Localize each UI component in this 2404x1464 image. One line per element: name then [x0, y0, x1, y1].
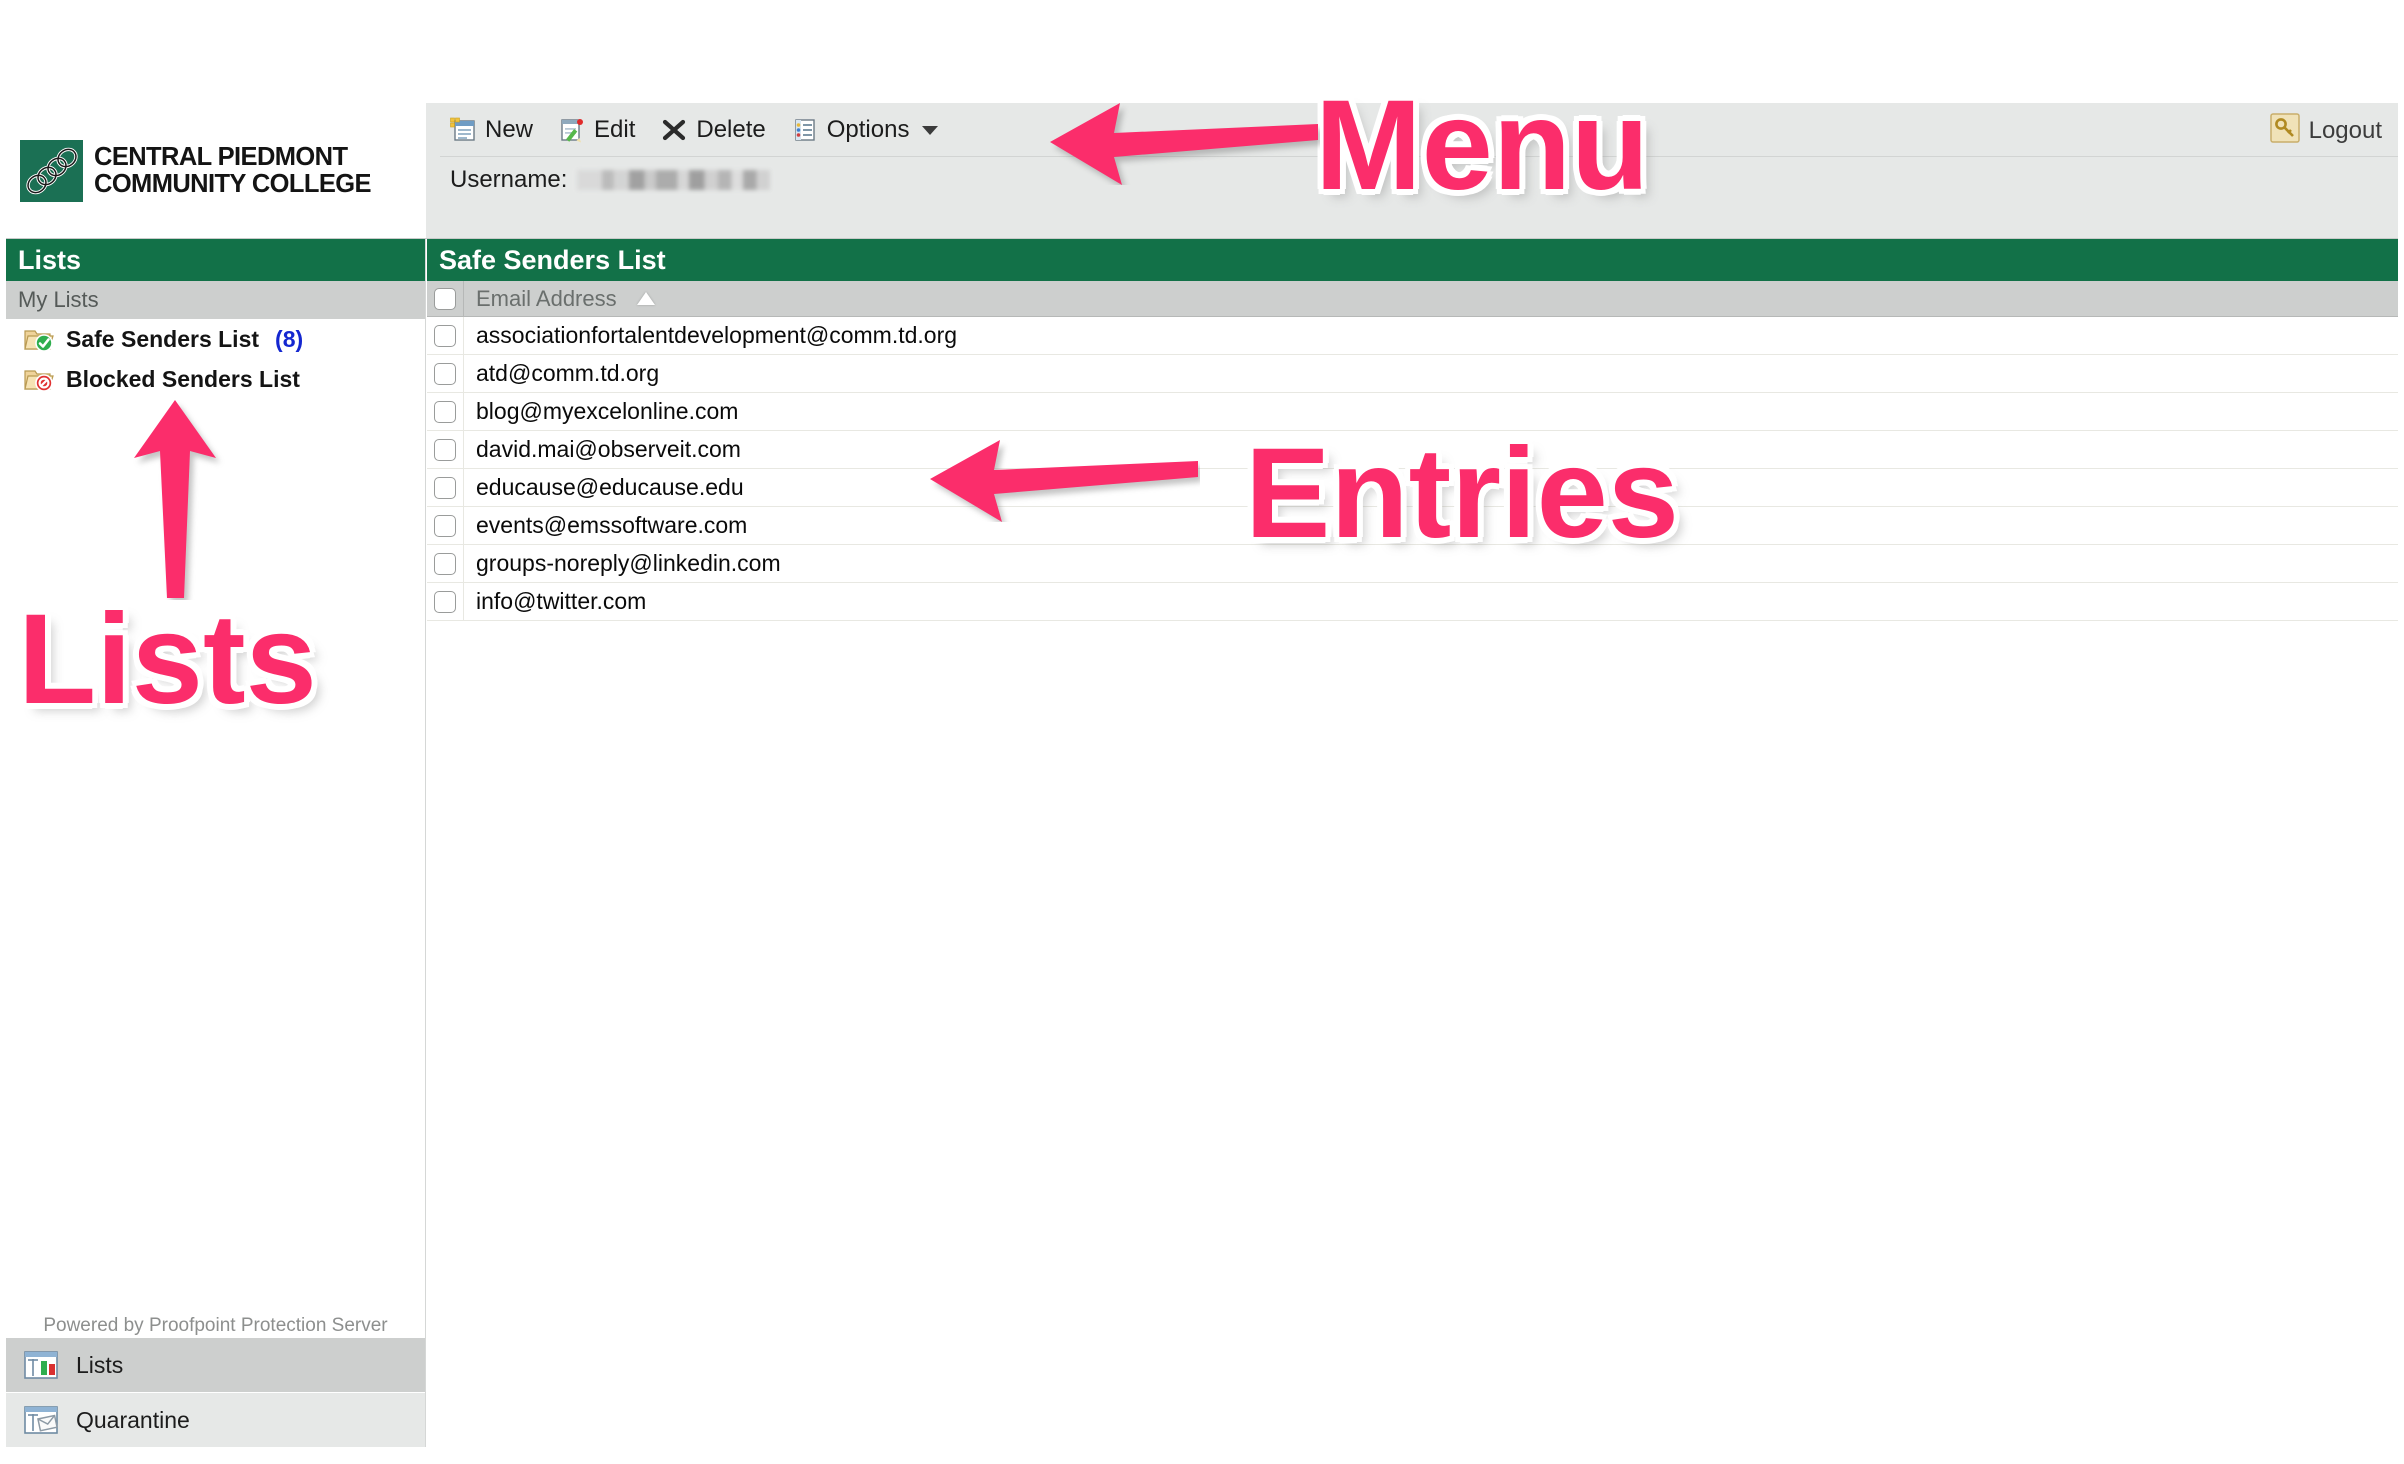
row-email-text: associationfortalentdevelopment@comm.td.…: [476, 322, 958, 348]
table-row[interactable]: david.mai@observeit.com: [427, 431, 2398, 469]
application-window: CENTRAL PIEDMONT COMMUNITY COLLEGE New E…: [6, 103, 2398, 1447]
key-icon: [2269, 113, 2300, 148]
folder-block-icon: [24, 366, 54, 392]
username-value-redacted: [577, 170, 771, 190]
select-all-cell: [427, 287, 463, 310]
row-checkbox[interactable]: [434, 324, 456, 347]
email-address-column-label: Email Address: [476, 285, 617, 311]
table-body: associationfortalentdevelopment@comm.td.…: [427, 317, 2398, 621]
logout-button[interactable]: Logout: [2269, 113, 2382, 148]
delete-x-icon: [661, 117, 687, 143]
row-email-cell: groups-noreply@linkedin.com: [463, 545, 2398, 582]
row-email-cell: atd@comm.td.org: [463, 355, 2398, 392]
toolbar-area: New Edit Delete Options Username: Logout: [440, 103, 2398, 238]
username-bar: Username:: [440, 158, 2398, 238]
row-email-text: blog@myexcelonline.com: [476, 398, 739, 424]
sort-ascending-icon[interactable]: [636, 292, 655, 305]
row-email-text: david.mai@observeit.com: [476, 436, 741, 462]
table-row[interactable]: groups-noreply@linkedin.com: [427, 545, 2398, 583]
brand-line-1: CENTRAL PIEDMONT: [94, 142, 348, 171]
sidebar-group-label: My Lists: [6, 281, 425, 319]
row-email-cell: david.mai@observeit.com: [463, 431, 2398, 468]
row-select-cell: [427, 514, 463, 537]
table-row[interactable]: educause@educause.edu: [427, 469, 2398, 507]
row-checkbox[interactable]: [434, 514, 456, 537]
brand-logo: CENTRAL PIEDMONT COMMUNITY COLLEGE: [6, 103, 426, 238]
options-button-label: Options: [826, 115, 910, 143]
select-all-checkbox[interactable]: [434, 287, 456, 310]
table-row[interactable]: events@emssoftware.com: [427, 507, 2398, 545]
row-email-text: atd@comm.td.org: [476, 360, 660, 386]
top-header: CENTRAL PIEDMONT COMMUNITY COLLEGE New E…: [6, 103, 2398, 239]
toolbar: New Edit Delete Options: [440, 103, 2398, 157]
row-email-cell: educause@educause.edu: [463, 469, 2398, 506]
row-email-cell: events@emssoftware.com: [463, 507, 2398, 544]
row-select-cell: [427, 438, 463, 461]
sidebar-header: Lists: [6, 239, 425, 281]
row-checkbox[interactable]: [434, 362, 456, 385]
table-row[interactable]: blog@myexcelonline.com: [427, 393, 2398, 431]
row-checkbox[interactable]: [434, 476, 456, 499]
options-button[interactable]: Options: [792, 110, 939, 150]
main-panel: Safe Senders List Email Address associat…: [427, 239, 2398, 1447]
brand-line-2: COMMUNITY COLLEGE: [94, 169, 372, 198]
new-document-icon: [450, 117, 476, 143]
edit-button-label: Edit: [594, 115, 636, 143]
cpcc-logo-icon: [20, 139, 83, 202]
row-select-cell: [427, 476, 463, 499]
nav-item-label: Quarantine: [76, 1406, 190, 1433]
row-select-cell: [427, 590, 463, 613]
email-address-column[interactable]: Email Address: [463, 281, 2398, 316]
main-panel-header: Safe Senders List: [427, 239, 2398, 281]
table-row[interactable]: atd@comm.td.org: [427, 355, 2398, 393]
nav-item-lists[interactable]: Lists: [6, 1337, 425, 1392]
row-select-cell: [427, 552, 463, 575]
row-select-cell: [427, 400, 463, 423]
row-checkbox[interactable]: [434, 590, 456, 613]
row-email-text: info@twitter.com: [476, 588, 647, 614]
table-column-header: Email Address: [427, 281, 2398, 317]
sidebar-item-label: Blocked Senders List: [66, 365, 300, 392]
row-email-cell: blog@myexcelonline.com: [463, 393, 2398, 430]
sidebar: Lists My Lists Safe Senders List (8) Blo…: [6, 239, 426, 1447]
folder-check-icon: [24, 326, 54, 352]
username-label: Username:: [450, 166, 568, 193]
table-row[interactable]: info@twitter.com: [427, 583, 2398, 621]
table-row[interactable]: associationfortalentdevelopment@comm.td.…: [427, 317, 2398, 355]
delete-button[interactable]: Delete: [661, 110, 766, 150]
nav-item-label: Lists: [76, 1351, 124, 1378]
edit-pencil-icon: [559, 117, 585, 143]
row-select-cell: [427, 362, 463, 385]
brand-name: CENTRAL PIEDMONT COMMUNITY COLLEGE: [94, 142, 372, 198]
row-email-text: educause@educause.edu: [476, 474, 744, 500]
new-button-label: New: [485, 115, 534, 143]
row-select-cell: [427, 324, 463, 347]
options-list-icon: [792, 117, 818, 143]
nav-item-quarantine[interactable]: Quarantine: [6, 1392, 425, 1447]
sidebar-item-label: Safe Senders List: [66, 325, 260, 352]
quarantine-envelope-icon: [24, 1405, 58, 1435]
row-email-text: events@emssoftware.com: [476, 512, 748, 538]
row-email-text: groups-noreply@linkedin.com: [476, 550, 781, 576]
sidebar-item-blocked-senders-list[interactable]: Blocked Senders List: [6, 359, 425, 399]
edit-button[interactable]: Edit: [559, 110, 635, 150]
row-checkbox[interactable]: [434, 400, 456, 423]
powered-by-text: Powered by Proofpoint Protection Server: [43, 1315, 388, 1336]
row-email-cell: associationfortalentdevelopment@comm.td.…: [463, 317, 2398, 354]
lists-window-icon: [24, 1350, 58, 1380]
row-checkbox[interactable]: [434, 552, 456, 575]
sidebar-item-count: (8): [275, 325, 304, 352]
new-button[interactable]: New: [450, 110, 533, 150]
chevron-down-icon[interactable]: [922, 126, 939, 135]
logout-label: Logout: [2308, 116, 2382, 144]
delete-button-label: Delete: [696, 115, 766, 143]
row-email-cell: info@twitter.com: [463, 583, 2398, 620]
sidebar-item-safe-senders-list[interactable]: Safe Senders List (8): [6, 319, 425, 359]
row-checkbox[interactable]: [434, 438, 456, 461]
